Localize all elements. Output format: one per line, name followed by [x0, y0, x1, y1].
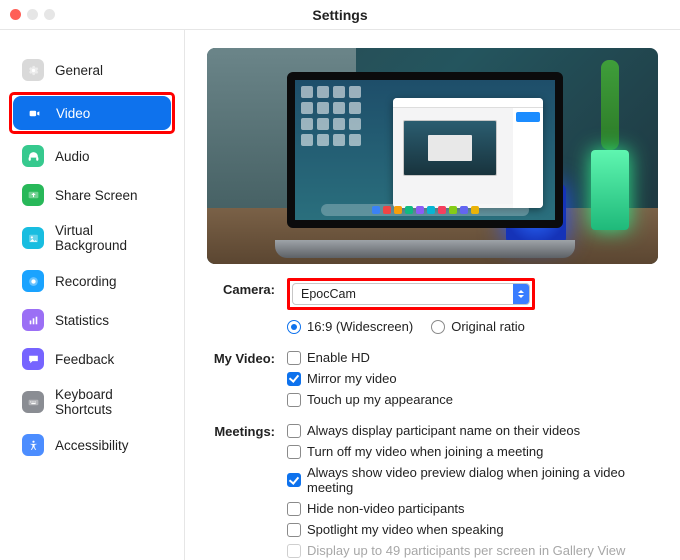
- headphones-icon: [22, 145, 44, 167]
- close-window-button[interactable]: [10, 9, 21, 20]
- sidebar-item-label: Statistics: [55, 313, 109, 328]
- gallery49-checkbox: [287, 544, 301, 558]
- aspect-original-label: Original ratio: [451, 319, 525, 334]
- chart-bar-icon: [22, 309, 44, 331]
- camera-select[interactable]: EpocCam: [292, 283, 530, 305]
- sidebar-item-label: General: [55, 63, 103, 78]
- share-screen-icon: [22, 184, 44, 206]
- display-names-label: Always display participant name on their…: [307, 423, 580, 438]
- turnoff-join-checkbox[interactable]: [287, 445, 301, 459]
- chat-bubble-icon: [22, 348, 44, 370]
- aspect-original-radio[interactable]: [431, 320, 445, 334]
- touchup-checkbox[interactable]: [287, 393, 301, 407]
- highlight-camera-select: EpocCam: [287, 278, 535, 310]
- sidebar-item-label: Recording: [55, 274, 117, 289]
- sidebar-item-label: Virtual Background: [55, 223, 162, 253]
- sidebar-item-label: Accessibility: [55, 438, 129, 453]
- window-title: Settings: [312, 7, 367, 23]
- sidebar-item-general[interactable]: General: [12, 53, 172, 87]
- sidebar-item-label: Share Screen: [55, 188, 138, 203]
- window-controls: [10, 9, 55, 20]
- meetings-label: Meetings:: [207, 420, 287, 439]
- sidebar-item-recording[interactable]: Recording: [12, 264, 172, 298]
- image-icon: [22, 227, 44, 249]
- sidebar-item-label: Feedback: [55, 352, 114, 367]
- enable-hd-checkbox[interactable]: [287, 351, 301, 365]
- spotlight-checkbox[interactable]: [287, 523, 301, 537]
- hide-nonvideo-label: Hide non-video participants: [307, 501, 465, 516]
- sidebar-item-video[interactable]: Video: [13, 96, 171, 130]
- hide-nonvideo-checkbox[interactable]: [287, 502, 301, 516]
- aspect-widescreen-label: 16:9 (Widescreen): [307, 319, 413, 334]
- keyboard-icon: [22, 391, 44, 413]
- record-icon: [22, 270, 44, 292]
- enable-hd-label: Enable HD: [307, 350, 370, 365]
- mirror-video-label: Mirror my video: [307, 371, 397, 386]
- sidebar-item-audio[interactable]: Audio: [12, 139, 172, 173]
- aspect-widescreen-radio[interactable]: [287, 320, 301, 334]
- preview-dialog-checkbox[interactable]: [287, 473, 301, 487]
- gallery49-label: Display up to 49 participants per screen…: [307, 543, 625, 558]
- mirror-video-checkbox[interactable]: [287, 372, 301, 386]
- titlebar: Settings: [0, 0, 680, 30]
- camera-select-value: EpocCam: [301, 287, 356, 301]
- sidebar-item-label: Audio: [55, 149, 90, 164]
- camera-label: Camera:: [207, 278, 287, 297]
- sidebar-item-label: Keyboard Shortcuts: [55, 387, 162, 417]
- turnoff-join-label: Turn off my video when joining a meeting: [307, 444, 543, 459]
- settings-content: Camera: EpocCam 16:9 (Widescreen): [185, 30, 680, 560]
- sidebar-item-label: Video: [56, 106, 90, 121]
- display-names-checkbox[interactable]: [287, 424, 301, 438]
- sidebar-item-accessibility[interactable]: Accessibility: [12, 428, 172, 462]
- touchup-label: Touch up my appearance: [307, 392, 453, 407]
- video-camera-icon: [23, 102, 45, 124]
- sidebar-item-share-screen[interactable]: Share Screen: [12, 178, 172, 212]
- my-video-label: My Video:: [207, 347, 287, 366]
- gear-icon: [22, 59, 44, 81]
- preview-dialog-label: Always show video preview dialog when jo…: [307, 465, 658, 495]
- highlight-video-tab: Video: [9, 92, 175, 134]
- settings-sidebar: General Video Audio Share Screen Virtual…: [0, 30, 185, 560]
- sidebar-item-statistics[interactable]: Statistics: [12, 303, 172, 337]
- spotlight-label: Spotlight my video when speaking: [307, 522, 504, 537]
- minimize-window-button[interactable]: [27, 9, 38, 20]
- zoom-window-button[interactable]: [44, 9, 55, 20]
- sidebar-item-virtual-background[interactable]: Virtual Background: [12, 217, 172, 259]
- camera-preview: [207, 48, 658, 264]
- accessibility-icon: [22, 434, 44, 456]
- sidebar-item-keyboard-shortcuts[interactable]: Keyboard Shortcuts: [12, 381, 172, 423]
- chevrons-icon: [513, 284, 529, 304]
- sidebar-item-feedback[interactable]: Feedback: [12, 342, 172, 376]
